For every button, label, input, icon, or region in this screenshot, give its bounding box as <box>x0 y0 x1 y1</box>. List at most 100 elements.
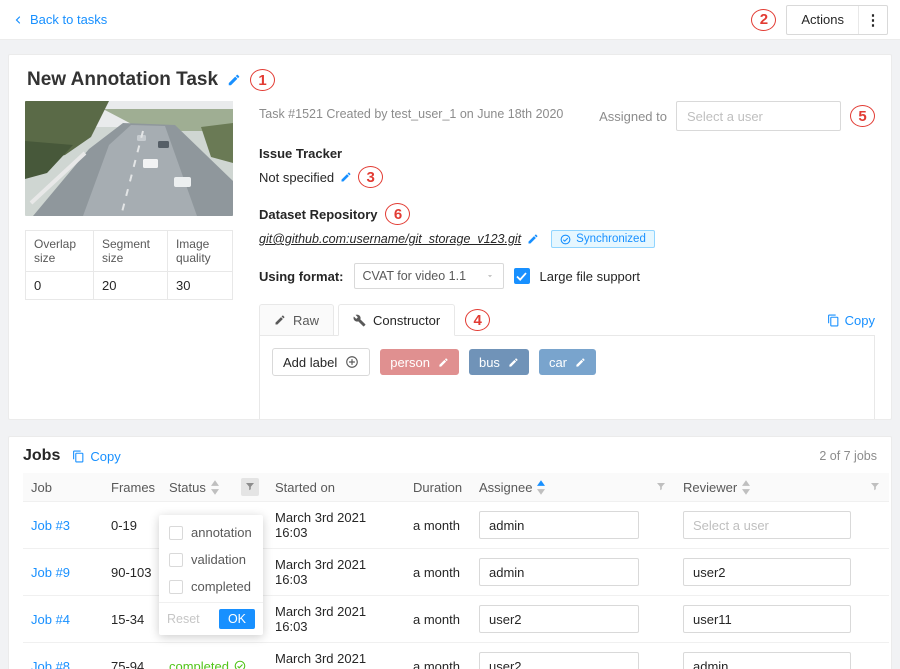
assignee-select-input[interactable]: Select a user <box>676 101 841 131</box>
param-value-overlap: 0 <box>26 272 94 300</box>
edit-repository-icon[interactable] <box>527 233 539 245</box>
job-link[interactable]: Job #8 <box>31 659 70 669</box>
label-chip-bus[interactable]: bus <box>469 349 529 375</box>
assignee-value: user2 <box>489 612 522 627</box>
reviewer-placeholder: Select a user <box>693 518 769 533</box>
tab-raw-label: Raw <box>293 313 319 328</box>
filter-option-label: validation <box>191 552 246 567</box>
chevron-down-icon <box>485 271 495 281</box>
synchronized-label: Synchronized <box>576 233 646 245</box>
more-options-icon[interactable]: ⋮ <box>859 11 887 29</box>
filter-option-label: completed <box>191 579 251 594</box>
job-row-4: Job #8 75-94 completed March 3rd 2021 16… <box>23 643 889 669</box>
reviewer-sort-icon[interactable] <box>742 480 750 495</box>
reviewer-filter-icon[interactable] <box>869 481 881 493</box>
large-file-support-label: Large file support <box>540 269 640 284</box>
jobs-card: Jobs Copy 2 of 7 jobs Job Frames Status … <box>8 436 892 669</box>
wrench-icon <box>353 314 366 327</box>
tab-constructor-label: Constructor <box>373 313 440 328</box>
filter-option-validation[interactable]: validation <box>159 546 263 573</box>
task-title: New Annotation Task <box>27 69 218 91</box>
job-duration: a month <box>413 565 460 580</box>
chevron-left-icon <box>12 14 24 26</box>
reviewer-select[interactable]: Select a user <box>683 511 851 539</box>
job-row-3: Job #4 15-34 March 3rd 2021 16:03 a mont… <box>23 596 889 643</box>
sync-check-icon <box>560 234 571 245</box>
tab-raw[interactable]: Raw <box>259 304 334 336</box>
job-started: March 3rd 2021 16:03 <box>275 510 366 540</box>
filter-reset-button[interactable]: Reset <box>167 612 200 626</box>
reviewer-select[interactable]: user2 <box>683 558 851 586</box>
actions-button[interactable]: Actions ⋮ <box>786 5 888 35</box>
param-value-quality: 30 <box>167 272 232 300</box>
label-bus-name: bus <box>479 355 500 370</box>
job-duration: a month <box>413 659 460 669</box>
format-select[interactable]: CVAT for video 1.1 <box>354 263 504 289</box>
status-filter-icon[interactable] <box>241 478 259 496</box>
copy-icon <box>72 450 85 463</box>
copy-jobs-link[interactable]: Copy <box>72 449 120 464</box>
assignee-sort-icon[interactable] <box>537 480 545 495</box>
label-person-name: person <box>390 355 430 370</box>
reviewer-select[interactable]: admin <box>683 652 851 669</box>
assignee-filter-icon[interactable] <box>655 481 667 493</box>
edit-label-icon[interactable] <box>575 357 586 368</box>
task-meta-text: Task #1521 Created by test_user_1 on Jun… <box>259 107 563 121</box>
tab-constructor[interactable]: Constructor <box>338 304 455 336</box>
col-job: Job <box>31 480 52 495</box>
col-duration: Duration <box>413 480 462 495</box>
issue-tracker-value: Not specified <box>259 170 334 185</box>
job-link[interactable]: Job #9 <box>31 565 70 580</box>
large-file-support-checkbox[interactable] <box>514 268 530 284</box>
param-header-segment: Segment size <box>93 231 167 272</box>
assignee-select[interactable]: user2 <box>479 652 639 669</box>
plus-circle-icon <box>345 355 359 369</box>
status-sort-icon[interactable] <box>211 480 219 495</box>
status-info-icon[interactable] <box>234 660 246 669</box>
col-status: Status <box>169 480 206 495</box>
job-link[interactable]: Job #3 <box>31 518 70 533</box>
edit-issue-tracker-icon[interactable] <box>340 171 352 183</box>
label-chip-person[interactable]: person <box>380 349 459 375</box>
callout-6: 6 <box>385 203 410 225</box>
jobs-count: 2 of 7 jobs <box>819 449 877 463</box>
labels-constructor-panel: Add label person bus car <box>259 335 875 420</box>
edit-title-icon[interactable] <box>227 73 241 87</box>
label-chip-car[interactable]: car <box>539 349 596 375</box>
copy-icon <box>827 314 840 327</box>
job-frames: 15-34 <box>111 612 144 627</box>
reviewer-select[interactable]: user11 <box>683 605 851 633</box>
assignee-select[interactable]: admin <box>479 558 639 586</box>
checkbox-annotation[interactable] <box>169 526 183 540</box>
edit-label-icon[interactable] <box>438 357 449 368</box>
job-started: March 3rd 2021 16:03 <box>275 651 366 669</box>
jobs-table: Job Frames Status Started on Duration As… <box>23 473 889 669</box>
copy-labels-label: Copy <box>845 313 875 328</box>
job-frames: 90-103 <box>111 565 151 580</box>
checkbox-validation[interactable] <box>169 553 183 567</box>
assignee-select[interactable]: user2 <box>479 605 639 633</box>
assignee-select[interactable]: admin <box>479 511 639 539</box>
col-reviewer: Reviewer <box>683 480 737 495</box>
job-row-2: Job #9 90-103 March 3rd 2021 16:03 a mon… <box>23 549 889 596</box>
filter-ok-button[interactable]: OK <box>219 609 255 629</box>
filter-option-completed[interactable]: completed <box>159 573 263 600</box>
add-label-button[interactable]: Add label <box>272 348 370 376</box>
back-label: Back to tasks <box>30 12 107 27</box>
job-started: March 3rd 2021 16:03 <box>275 604 366 634</box>
col-frames: Frames <box>111 480 155 495</box>
edit-label-icon[interactable] <box>508 357 519 368</box>
param-header-quality: Image quality <box>167 231 232 272</box>
top-bar: Back to tasks 2 Actions ⋮ <box>0 0 900 40</box>
job-link[interactable]: Job #4 <box>31 612 70 627</box>
checkmark-icon <box>516 272 527 281</box>
copy-labels-link[interactable]: Copy <box>827 313 875 328</box>
filter-option-annotation[interactable]: annotation <box>159 519 263 546</box>
assignee-value: user2 <box>489 659 522 669</box>
col-started: Started on <box>275 480 335 495</box>
checkbox-completed[interactable] <box>169 580 183 594</box>
assignee-placeholder: Select a user <box>687 109 763 124</box>
back-to-tasks-link[interactable]: Back to tasks <box>12 12 107 27</box>
assignee-value: admin <box>489 518 524 533</box>
callout-3: 3 <box>358 166 383 188</box>
